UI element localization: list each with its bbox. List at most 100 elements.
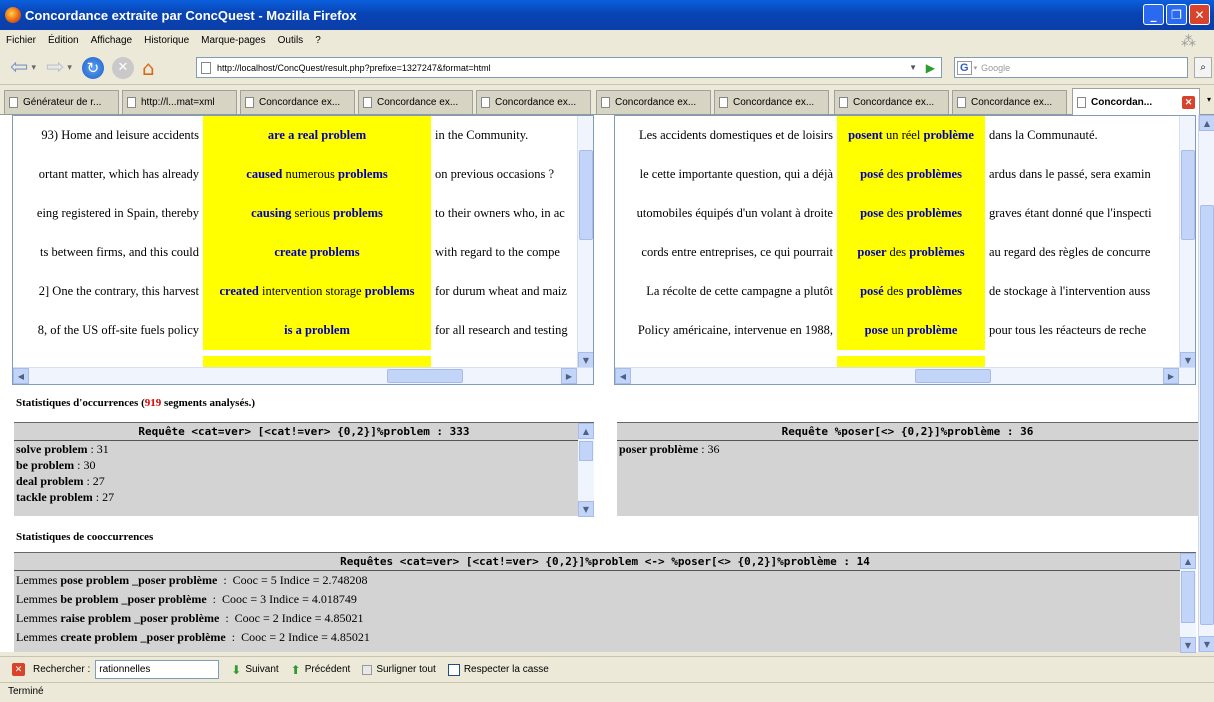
menu-historique[interactable]: Historique bbox=[144, 35, 189, 46]
scroll-down-icon[interactable]: ▼ bbox=[578, 352, 593, 368]
tab-active[interactable]: Concordan... ✕ bbox=[1072, 88, 1200, 115]
left-context: Les accidents domestiques et de loisirs bbox=[638, 127, 833, 142]
occurrence-stats-french-box: Requête %poser[<> {0,2}]%problème : 36 p… bbox=[617, 422, 1198, 516]
scrollbar-thumb[interactable] bbox=[1181, 150, 1195, 240]
tab-list-dropdown-icon[interactable]: ▾ bbox=[1207, 95, 1211, 104]
maximize-button[interactable]: ❐ bbox=[1166, 4, 1187, 25]
tab-8[interactable]: Concordance ex... bbox=[834, 90, 949, 114]
page-content: 93) Home and leisure accidents are a real… bbox=[0, 115, 1198, 653]
scroll-left-icon[interactable]: ◀ bbox=[13, 368, 29, 384]
left-context: Policy américaine, intervenue en 1988, bbox=[637, 322, 833, 337]
match-case-checkbox[interactable]: Respecter la casse bbox=[447, 663, 549, 676]
scroll-down-icon[interactable]: ▼ bbox=[1180, 352, 1195, 368]
scrollbar-thumb[interactable] bbox=[1181, 571, 1195, 623]
page-icon bbox=[719, 97, 728, 108]
scroll-up-icon[interactable]: ▲ bbox=[1180, 553, 1196, 569]
query-header: Requêtes <cat=ver> [<cat!=ver> {0,2}]%pr… bbox=[14, 553, 1196, 571]
concordance-english-hscrollbar[interactable]: ◀ ▶ bbox=[13, 367, 593, 384]
menu-help[interactable]: ? bbox=[315, 35, 321, 46]
tab-5[interactable]: Concordance ex... bbox=[476, 90, 591, 114]
cooc-vscrollbar[interactable]: ▲ ▼ bbox=[1180, 553, 1196, 653]
scroll-down-icon[interactable]: ▼ bbox=[1199, 636, 1214, 652]
stat-item: solve problem : 31 bbox=[14, 441, 594, 457]
stats-vscrollbar[interactable]: ▲ ▼ bbox=[578, 423, 594, 517]
find-next-button[interactable]: ⬇ Suivant bbox=[231, 663, 278, 677]
tab-3[interactable]: Concordance ex... bbox=[240, 90, 355, 114]
url-dropdown-icon[interactable]: ▼ bbox=[909, 63, 917, 72]
menu-marque-pages[interactable]: Marque-pages bbox=[201, 35, 265, 46]
forward-icon[interactable]: ⇨ bbox=[46, 56, 64, 79]
highlight-all-button[interactable]: Surligner tout bbox=[362, 664, 436, 675]
cooc-rest: : Cooc = 3 Indice = 4.018749 bbox=[206, 592, 357, 606]
page-icon bbox=[601, 97, 610, 108]
scroll-down-icon[interactable]: ▼ bbox=[1180, 637, 1196, 653]
tab-label: Générateur de r... bbox=[23, 97, 102, 108]
cooccurrence-box: Requêtes <cat=ver> [<cat!=ver> {0,2}]%pr… bbox=[14, 552, 1196, 653]
menu-fichier[interactable]: Fichier bbox=[6, 35, 36, 46]
scrollbar-thumb[interactable] bbox=[387, 369, 463, 383]
scroll-down-icon[interactable]: ▼ bbox=[578, 501, 594, 517]
left-context: cords entre entreprises, ce qui pourrait bbox=[641, 244, 833, 259]
tab-9[interactable]: Concordance ex... bbox=[952, 90, 1067, 114]
reload-icon[interactable]: ↻ bbox=[81, 56, 104, 79]
search-magnifier-icon[interactable]: ⌕ bbox=[1194, 57, 1212, 78]
concordance-french-vscrollbar[interactable]: ▼ bbox=[1179, 116, 1195, 368]
forward-history-dropdown-icon[interactable]: ▾ bbox=[67, 63, 72, 73]
home-icon[interactable]: ⌂ bbox=[142, 56, 155, 80]
left-context: eing registered in Spain, thereby bbox=[36, 205, 199, 220]
tab-6[interactable]: Concordance ex... bbox=[596, 90, 711, 114]
google-engine-icon[interactable]: G bbox=[957, 60, 972, 75]
left-context: ortant matter, which has already bbox=[38, 166, 199, 181]
title-bar: Concordance extraite par ConcQuest - Moz… bbox=[0, 0, 1214, 30]
scrollbar-thumb[interactable] bbox=[1200, 205, 1214, 625]
cooc-prefix: Lemmes bbox=[16, 630, 61, 644]
left-context: utomobiles équipés d'un volant à droite bbox=[636, 205, 833, 220]
cooc-pair: create problem _poser problème bbox=[60, 630, 226, 644]
back-icon[interactable]: ⇦ bbox=[10, 56, 28, 79]
menu-outils[interactable]: Outils bbox=[278, 35, 304, 46]
heading-text: segments analysés.) bbox=[161, 397, 256, 409]
stop-icon[interactable]: ✕ bbox=[111, 56, 134, 79]
scrollbar-thumb[interactable] bbox=[915, 369, 991, 383]
concordance-french-hscrollbar[interactable]: ◀ ▶ bbox=[615, 367, 1195, 384]
scrollbar-thumb[interactable] bbox=[579, 441, 593, 461]
cooc-pair: be problem _poser problème bbox=[60, 592, 207, 606]
left-context: 2] One the contrary, this harvest bbox=[38, 283, 199, 298]
tab-2[interactable]: http://l...mat=xml bbox=[122, 90, 237, 114]
scrollbar-thumb[interactable] bbox=[579, 150, 593, 240]
keyword-filler: intervention storage bbox=[261, 284, 365, 298]
scroll-up-icon[interactable]: ▲ bbox=[1199, 115, 1214, 131]
scroll-right-icon[interactable]: ▶ bbox=[1163, 368, 1179, 384]
close-tab-icon[interactable]: ✕ bbox=[1182, 95, 1195, 109]
keyword-match: is a problem bbox=[203, 311, 431, 350]
url-text[interactable]: http://localhost/ConcQuest/result.php?pr… bbox=[217, 63, 491, 73]
right-context: for durum wheat and maiz bbox=[435, 283, 567, 298]
scroll-left-icon[interactable]: ◀ bbox=[615, 368, 631, 384]
menu-edition[interactable]: Édition bbox=[48, 35, 79, 46]
scroll-right-icon[interactable]: ▶ bbox=[561, 368, 577, 384]
find-input[interactable]: rationnelles bbox=[95, 660, 220, 679]
scroll-up-icon[interactable]: ▲ bbox=[578, 423, 594, 439]
url-bar[interactable]: http://localhost/ConcQuest/result.php?pr… bbox=[196, 57, 942, 78]
find-previous-button[interactable]: ⬆ Précédent bbox=[291, 663, 351, 677]
keyword-term: problems bbox=[364, 284, 415, 298]
tab-1[interactable]: Générateur de r... bbox=[4, 90, 119, 114]
checkbox-icon[interactable] bbox=[447, 663, 460, 676]
close-find-icon[interactable]: ✕ bbox=[12, 663, 25, 676]
close-window-button[interactable]: ✕ bbox=[1189, 4, 1210, 25]
page-vscrollbar[interactable]: ▲ ▼ bbox=[1198, 115, 1214, 652]
menu-bar: Fichier Édition Affichage Historique Mar… bbox=[0, 30, 1214, 51]
minimize-button[interactable]: _ bbox=[1143, 4, 1164, 25]
segment-count: 919 bbox=[144, 397, 162, 409]
search-bar[interactable]: G ▾ Google bbox=[954, 57, 1188, 78]
status-bar: Terminé bbox=[0, 682, 1214, 702]
right-context: graves étant donné que l'inspecti bbox=[989, 205, 1152, 220]
stat-count: : 31 bbox=[87, 442, 109, 456]
concordance-english-vscrollbar[interactable]: ▼ bbox=[577, 116, 593, 368]
menu-affichage[interactable]: Affichage bbox=[91, 35, 133, 46]
back-history-dropdown-icon[interactable]: ▾ bbox=[31, 63, 36, 73]
tab-4[interactable]: Concordance ex... bbox=[358, 90, 473, 114]
keyword-term: is a problem bbox=[284, 323, 350, 337]
go-arrow-icon[interactable]: ▶ bbox=[926, 61, 935, 75]
tab-7[interactable]: Concordance ex... bbox=[714, 90, 829, 114]
